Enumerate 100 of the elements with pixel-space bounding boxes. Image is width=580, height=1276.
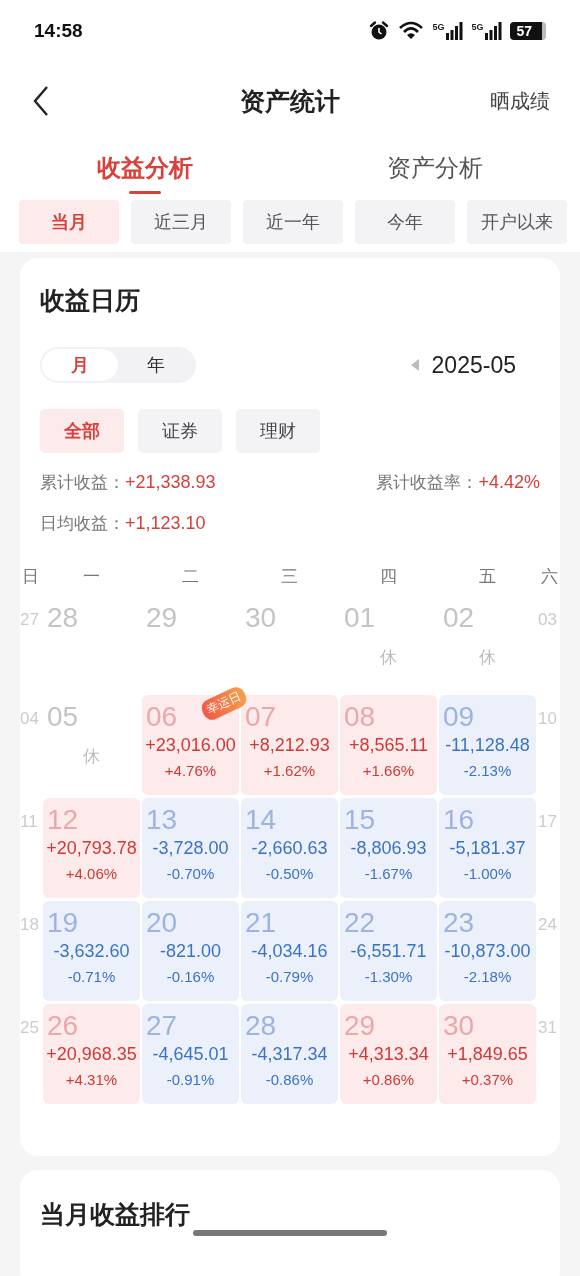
day-cell[interactable]: 07 +8,212.93 +1.62% — [241, 695, 338, 795]
day-cell[interactable]: 14 -2,660.63 -0.50% — [241, 798, 338, 898]
day-amount: -4,645.01 — [152, 1044, 229, 1065]
day-percent: -0.70% — [166, 865, 215, 882]
day-number: 26 — [46, 1009, 79, 1043]
day-cell[interactable]: 27 -4,645.01 -0.91% — [142, 1004, 239, 1104]
day-number: 05 — [46, 700, 79, 734]
back-icon[interactable] — [32, 85, 50, 117]
filter-chip[interactable]: 证券 — [138, 409, 222, 453]
day-number: 15 — [343, 803, 376, 837]
day-percent: -1.67% — [364, 865, 413, 882]
day-cell[interactable]: 20 -821.00 -0.16% — [142, 901, 239, 1001]
network-label: 5G — [432, 22, 445, 32]
day-amount: -821.00 — [159, 941, 222, 962]
day-percent: +4.76% — [164, 762, 217, 779]
holiday-label: 休 — [380, 647, 397, 669]
weekday-label: 六 — [539, 566, 559, 588]
day-cell[interactable]: 16 -5,181.37 -1.00% — [439, 798, 536, 898]
signal-icon — [445, 22, 464, 40]
day-number: 14 — [244, 803, 277, 837]
day-amount: +23,016.00 — [145, 735, 236, 756]
card-title: 当月收益排行 — [39, 1199, 191, 1230]
summary-label: 日均收益： — [40, 513, 125, 535]
day-amount: -5,181.37 — [449, 838, 526, 859]
day-number: 06 — [145, 700, 178, 734]
day-amount: -6,551.71 — [350, 941, 427, 962]
alarm-icon — [368, 20, 391, 42]
day-number: 16 — [442, 803, 475, 837]
summary-label: 累计收益： — [40, 472, 125, 494]
day-amount: -3,632.60 — [53, 941, 130, 962]
day-cell[interactable]: 09 -11,128.48 -2.13% — [439, 695, 536, 795]
tab[interactable]: 资产分析 — [290, 140, 580, 196]
day-cell[interactable]: 21 -4,034.16 -0.79% — [241, 901, 338, 1001]
period-chip[interactable]: 开户以来 — [467, 200, 567, 244]
day-cell[interactable]: 08 +8,565.11 +1.66% — [340, 695, 437, 795]
day-cell[interactable]: 30 +1,849.65 +0.37% — [439, 1004, 536, 1104]
day-number: 09 — [442, 700, 475, 734]
day-cell[interactable]: 19 -3,632.60 -0.71% — [43, 901, 140, 1001]
day-number: 28 — [46, 601, 79, 635]
day-amount: -4,034.16 — [251, 941, 328, 962]
day-amount: +8,212.93 — [249, 735, 330, 756]
day-number: 08 — [343, 700, 376, 734]
weekday-label: 五 — [478, 566, 497, 588]
summary-value: +1,123.10 — [125, 513, 206, 534]
day-number: 27 — [145, 1009, 178, 1043]
tab[interactable]: 收益分析 — [0, 140, 290, 196]
day-number: 19 — [46, 906, 79, 940]
period-chip[interactable]: 近三月 — [131, 200, 231, 244]
day-number: 02 — [442, 601, 475, 635]
day-number: 23 — [442, 906, 475, 940]
period-chip[interactable]: 今年 — [355, 200, 455, 244]
day-amount: -10,873.00 — [444, 941, 531, 962]
day-cell[interactable]: 29 +4,313.34 +0.86% — [340, 1004, 437, 1104]
filter-chip[interactable]: 理财 — [236, 409, 320, 453]
weekday-label: 二 — [181, 566, 200, 588]
holiday-label: 休 — [479, 647, 496, 669]
day-amount: +20,968.35 — [46, 1044, 137, 1065]
day-cell[interactable]: 28 -4,317.34 -0.86% — [241, 1004, 338, 1104]
weekday-label: 四 — [379, 566, 398, 588]
month-label: 2025-05 — [431, 351, 516, 379]
day-amount: -2,660.63 — [251, 838, 328, 859]
card-title: 收益日历 — [39, 285, 141, 316]
day-percent: -2.13% — [463, 762, 512, 779]
period-chip[interactable]: 当月 — [19, 200, 119, 244]
day-percent: -0.71% — [67, 968, 116, 985]
wifi-icon — [398, 21, 425, 41]
day-percent: -0.91% — [166, 1071, 215, 1088]
day-number: 20 — [145, 906, 178, 940]
day-cell[interactable]: 22 -6,551.71 -1.30% — [340, 901, 437, 1001]
day-number: 30 — [442, 1009, 475, 1043]
day-amount: -11,128.48 — [445, 735, 530, 756]
period-chip[interactable]: 近一年 — [243, 200, 343, 244]
day-number: 28 — [244, 1009, 277, 1043]
day-cell[interactable]: 23 -10,873.00 -2.18% — [439, 901, 536, 1001]
day-cell[interactable]: 26 +20,968.35 +4.31% — [43, 1004, 140, 1104]
battery-indicator: 57 — [510, 22, 546, 40]
mode-option[interactable]: 月 — [42, 349, 118, 381]
day-amount: -8,806.93 — [350, 838, 427, 859]
day-cell[interactable]: 13 -3,728.00 -0.70% — [142, 798, 239, 898]
day-amount: +20,793.78 — [46, 838, 137, 859]
share-button[interactable]: 晒成绩 — [490, 87, 550, 115]
mode-option[interactable]: 年 — [118, 349, 194, 381]
day-percent: -1.00% — [463, 865, 512, 882]
day-amount: -3,728.00 — [152, 838, 229, 859]
summary-value: +4.42% — [478, 472, 540, 493]
filter-chip[interactable]: 全部 — [40, 409, 124, 453]
day-amount: +8,565.11 — [348, 735, 429, 756]
page-title: 资产统计 — [240, 85, 340, 117]
day-percent: +4.06% — [65, 865, 118, 882]
day-number: 30 — [244, 601, 277, 635]
day-cell[interactable]: 12 +20,793.78 +4.06% — [43, 798, 140, 898]
day-cell[interactable]: 15 -8,806.93 -1.67% — [340, 798, 437, 898]
day-percent: -0.16% — [166, 968, 215, 985]
day-amount: +4,313.34 — [348, 1044, 429, 1065]
day-number: 22 — [343, 906, 376, 940]
status-time: 14:58 — [34, 20, 83, 42]
day-number: 12 — [46, 803, 79, 837]
day-number: 01 — [343, 601, 376, 635]
weekday-label: 一 — [82, 566, 101, 588]
day-percent: -2.18% — [463, 968, 512, 985]
